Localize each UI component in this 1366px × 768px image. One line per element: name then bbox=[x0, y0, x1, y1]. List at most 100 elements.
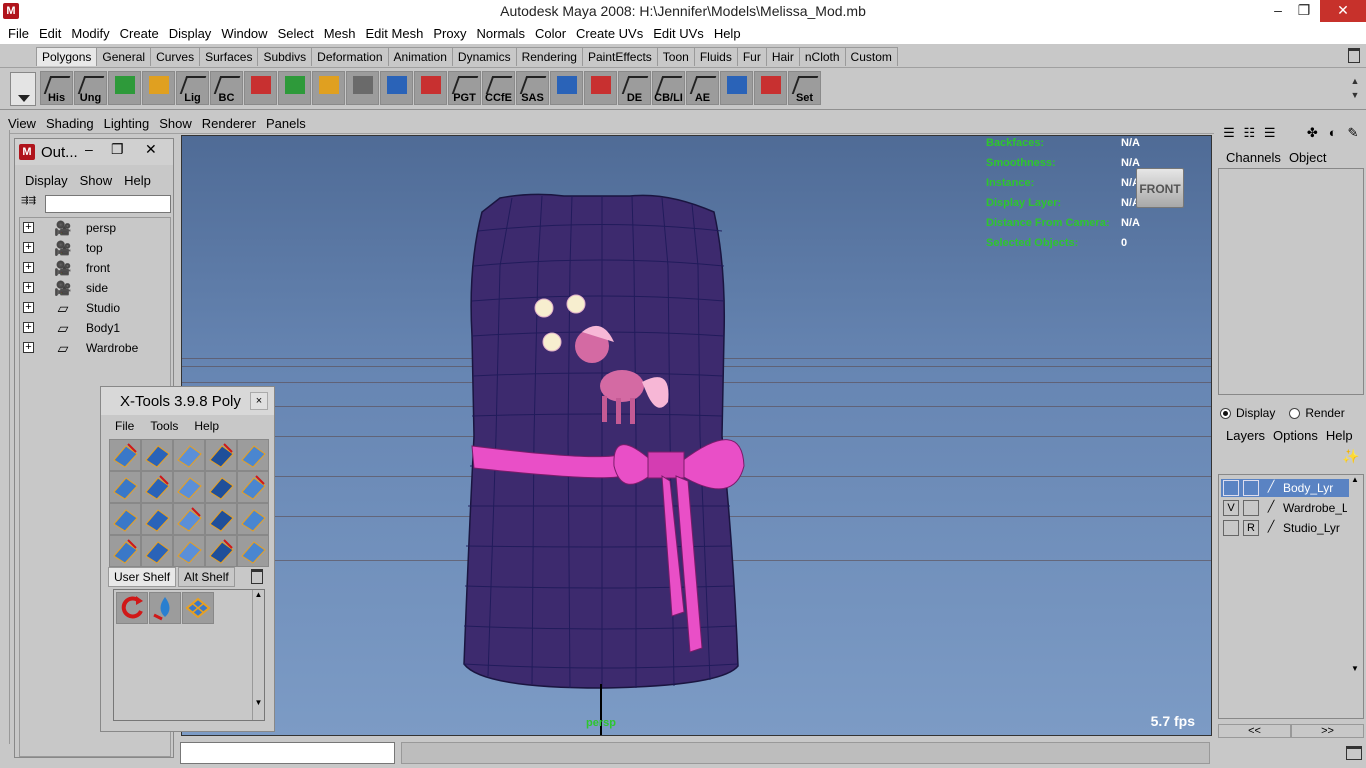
axes-icon[interactable] bbox=[380, 71, 413, 105]
xtools-tab-user-shelf[interactable]: User Shelf bbox=[108, 567, 177, 587]
layer-reference-toggle[interactable] bbox=[1243, 480, 1259, 496]
expand-icon[interactable]: + bbox=[23, 322, 34, 333]
redo-red-icon[interactable] bbox=[116, 592, 148, 624]
xtools-shelf-scrollbar[interactable]: ▲ ▼ bbox=[252, 590, 264, 720]
cylinder-icon[interactable] bbox=[720, 71, 753, 105]
shelf-tab-painteffects[interactable]: PaintEffects bbox=[581, 47, 658, 66]
attribute-icon[interactable]: ☷ bbox=[1240, 124, 1258, 142]
outliner-item-wardrobe[interactable]: + ▱ Wardrobe bbox=[20, 338, 170, 358]
menu-edit-uvs[interactable]: Edit UVs bbox=[648, 26, 709, 41]
xtools-menu-help[interactable]: Help bbox=[186, 419, 227, 433]
xtools-title-bar[interactable]: X-Tools 3.9.8 Poly × bbox=[101, 387, 274, 415]
layer-visibility-toggle[interactable] bbox=[1223, 520, 1239, 536]
layer-reference-toggle[interactable] bbox=[1243, 500, 1259, 516]
menu-edit-mesh[interactable]: Edit Mesh bbox=[361, 26, 429, 41]
menu-window[interactable]: Window bbox=[216, 26, 272, 41]
radio-display[interactable]: Display bbox=[1220, 406, 1275, 420]
layer-menu-layers[interactable]: Layers bbox=[1222, 428, 1269, 443]
cbli-icon[interactable]: CB/LI bbox=[652, 71, 685, 105]
display-layer-row[interactable]: R ╱ Studio_Lyr bbox=[1221, 519, 1349, 537]
shelf-tab-animation[interactable]: Animation bbox=[387, 47, 453, 66]
xtools-tool-icon[interactable] bbox=[237, 535, 269, 567]
shelf-tab-deformation[interactable]: Deformation bbox=[311, 47, 389, 66]
menu-display[interactable]: Display bbox=[164, 26, 217, 41]
outliner-menu-help[interactable]: Help bbox=[118, 173, 157, 188]
nav-prev-button[interactable]: << bbox=[1218, 724, 1291, 738]
sas-icon[interactable]: SAS bbox=[516, 71, 549, 105]
radio-render[interactable]: Render bbox=[1289, 406, 1345, 420]
display-layer-row[interactable]: V ╱ Wardrobe_Lyr bbox=[1221, 499, 1349, 517]
outliner-menu-show[interactable]: Show bbox=[74, 173, 119, 188]
xtools-tool-icon[interactable] bbox=[173, 503, 205, 535]
xtools-menu-tools[interactable]: Tools bbox=[142, 419, 186, 433]
shelf-menu-button[interactable] bbox=[10, 72, 36, 106]
layer-menu-help[interactable]: Help bbox=[1322, 428, 1357, 443]
layer-reference-toggle[interactable]: R bbox=[1243, 520, 1259, 536]
menu-create[interactable]: Create bbox=[115, 26, 164, 41]
light-icon[interactable]: Lig bbox=[176, 71, 209, 105]
menu-mesh[interactable]: Mesh bbox=[319, 26, 361, 41]
panel-menu-show[interactable]: Show bbox=[154, 116, 197, 131]
shelf-tab-toon[interactable]: Toon bbox=[656, 47, 695, 66]
expand-icon[interactable]: + bbox=[23, 262, 34, 273]
shelf-trash-icon[interactable] bbox=[1348, 48, 1360, 63]
script-editor-icon[interactable] bbox=[1346, 746, 1362, 760]
menu-edit[interactable]: Edit bbox=[34, 26, 66, 41]
outliner-item-studio[interactable]: + ▱ Studio bbox=[20, 298, 170, 318]
shelf-tab-curves[interactable]: Curves bbox=[150, 47, 201, 66]
redo-red-icon[interactable] bbox=[278, 71, 311, 105]
outliner-menu-display[interactable]: Display bbox=[19, 173, 74, 188]
pgt-icon[interactable]: PGT bbox=[448, 71, 481, 105]
layer-menu-options[interactable]: Options bbox=[1269, 428, 1322, 443]
expand-icon[interactable]: + bbox=[23, 342, 34, 353]
xtools-tool-icon[interactable] bbox=[109, 535, 141, 567]
outliner-search-input[interactable] bbox=[45, 195, 171, 213]
expand-icon[interactable]: + bbox=[23, 222, 34, 233]
command-line-input[interactable] bbox=[180, 742, 395, 764]
outliner-close-button[interactable]: ✕ bbox=[145, 141, 157, 158]
menu-modify[interactable]: Modify bbox=[66, 26, 114, 41]
path-icon[interactable] bbox=[754, 71, 787, 105]
layer-color-swatch-icon[interactable]: ╱ bbox=[1263, 500, 1279, 516]
shelf-tab-fur[interactable]: Fur bbox=[736, 47, 767, 66]
sphere-green-icon[interactable] bbox=[142, 71, 175, 105]
curve-icon[interactable] bbox=[414, 71, 447, 105]
panel-menu-view[interactable]: View bbox=[3, 116, 41, 131]
xtools-close-button[interactable]: × bbox=[250, 392, 268, 410]
expand-icon[interactable]: + bbox=[23, 302, 34, 313]
xtools-menu-file[interactable]: File bbox=[107, 419, 142, 433]
3d-viewport[interactable]: Backfaces: N/A Smoothness: N/A Instance: N/… bbox=[181, 135, 1212, 736]
layer-scrollbar[interactable]: ▲ ▼ bbox=[1349, 475, 1361, 718]
xtools-tool-icon[interactable] bbox=[205, 471, 237, 503]
bc-icon[interactable]: BC bbox=[210, 71, 243, 105]
panel-menu-lighting[interactable]: Lighting bbox=[99, 116, 155, 131]
menu-create-uvs[interactable]: Create UVs bbox=[571, 26, 648, 41]
mesh-select-icon[interactable] bbox=[346, 71, 379, 105]
xtools-tool-icon[interactable] bbox=[109, 503, 141, 535]
outliner-minimize-button[interactable]: – bbox=[85, 141, 93, 157]
xtools-tool-icon[interactable] bbox=[205, 503, 237, 535]
outliner-item-front[interactable]: + 🎥 front bbox=[20, 258, 170, 278]
outliner-item-body1[interactable]: + ▱ Body1 bbox=[20, 318, 170, 338]
layer-visibility-toggle[interactable] bbox=[1223, 480, 1239, 496]
channel-icon[interactable]: ☰ bbox=[1261, 124, 1279, 142]
xtools-tab-alt-shelf[interactable]: Alt Shelf bbox=[178, 567, 235, 587]
filter-icon[interactable]: ⇶⇶ bbox=[21, 195, 41, 213]
shelf-tab-ncloth[interactable]: nCloth bbox=[798, 47, 846, 66]
shelf-tab-dynamics[interactable]: Dynamics bbox=[451, 47, 517, 66]
menu-select[interactable]: Select bbox=[273, 26, 319, 41]
xtools-tool-icon[interactable] bbox=[109, 471, 141, 503]
menu-normals[interactable]: Normals bbox=[472, 26, 530, 41]
maximize-button[interactable]: ❐ bbox=[1288, 0, 1320, 22]
shelf-tab-custom[interactable]: Custom bbox=[844, 47, 898, 66]
history-icon[interactable]: His bbox=[40, 71, 73, 105]
xtools-tool-icon[interactable] bbox=[205, 535, 237, 567]
outliner-item-persp[interactable]: + 🎥 persp bbox=[20, 218, 170, 238]
drop-blue-icon[interactable] bbox=[149, 592, 181, 624]
expand-icon[interactable]: + bbox=[23, 242, 34, 253]
outliner-maximize-button[interactable]: ❐ bbox=[111, 141, 124, 158]
shelf-tab-surfaces[interactable]: Surfaces bbox=[199, 47, 259, 66]
expand-icon[interactable]: + bbox=[23, 282, 34, 293]
shading-icon[interactable]: ◐ bbox=[1324, 124, 1342, 142]
close-button[interactable]: ✕ bbox=[1320, 0, 1366, 22]
